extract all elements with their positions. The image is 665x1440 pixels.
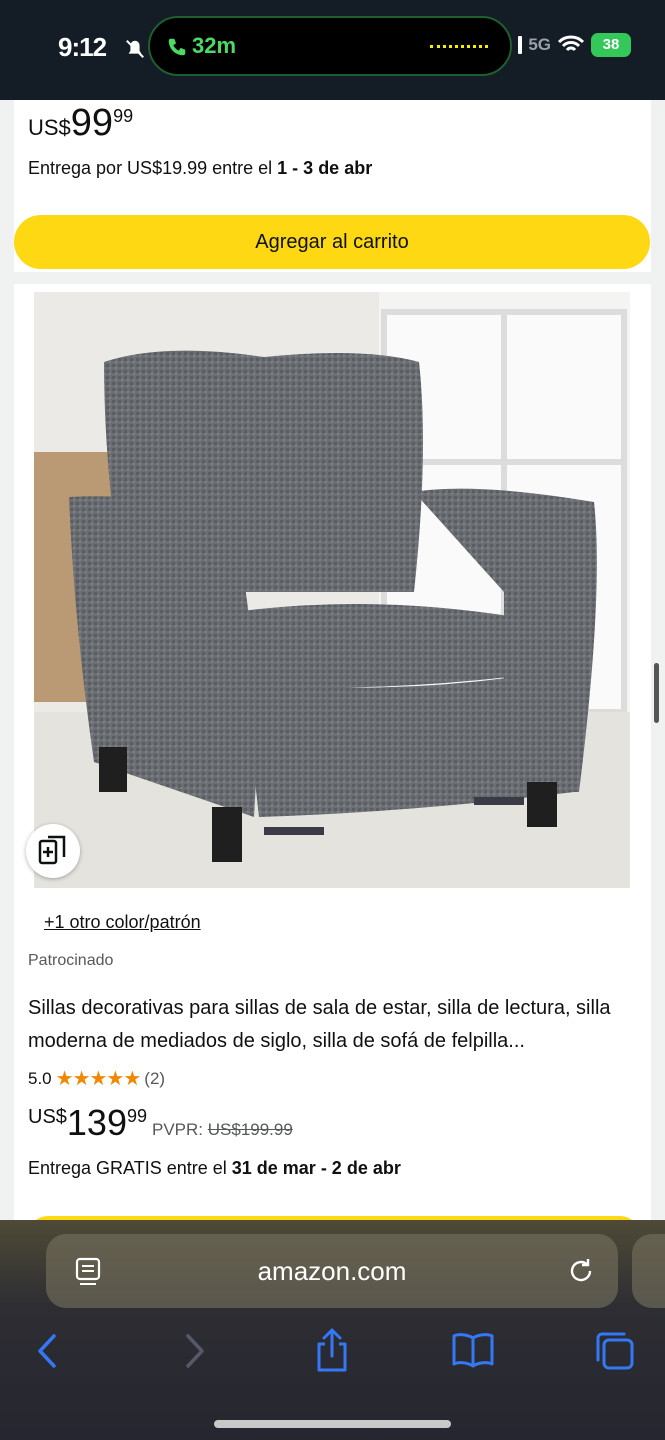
review-count: (2) (144, 1068, 166, 1088)
next-tab-preview[interactable] (632, 1234, 665, 1308)
dynamic-island-call[interactable]: 32m (148, 16, 512, 76)
chevron-left-icon[interactable] (24, 1326, 74, 1376)
sponsored-label: Patrocinado (28, 952, 114, 969)
add-to-cart-button[interactable]: Agregar al carrito (14, 215, 650, 269)
list-price-value: US$199.99 (207, 1120, 293, 1139)
product-card[interactable]: +1 otro color/patrón Patrocinado Sillas … (14, 284, 651, 1220)
book-icon[interactable] (448, 1326, 498, 1376)
list-price-label: PVPR: (152, 1120, 208, 1139)
status-bar: 9:12 32m 5G 38 (0, 0, 665, 100)
address-bar[interactable]: amazon.com (46, 1234, 618, 1308)
color-pattern-link[interactable]: +1 otro color/patrón (44, 912, 201, 933)
product-card-previous: US$9999 Entrega por US$19.99 entre el 1 … (14, 100, 651, 272)
url-text[interactable]: amazon.com (46, 1256, 618, 1287)
compare-button[interactable] (26, 824, 80, 878)
star-rating-icon: ★★★★★ (55, 1068, 142, 1090)
signal-icon (518, 36, 523, 54)
browser-toolbar: amazon.com (0, 1220, 665, 1440)
price-currency: US$ (28, 115, 71, 140)
battery-icon: 38 (591, 33, 631, 57)
call-duration: 32m (192, 33, 237, 58)
delivery-info: Entrega por US$19.99 entre el 1 - 3 de a… (28, 158, 372, 179)
phone-icon (168, 38, 186, 56)
delivery-info: Entrega GRATIS entre el 31 de mar - 2 de… (28, 1158, 401, 1179)
price-fraction: 99 (113, 106, 134, 126)
price-fraction: 99 (126, 1106, 148, 1126)
share-icon[interactable] (307, 1326, 357, 1376)
network-type: 5G (528, 35, 551, 54)
wifi-icon (557, 35, 585, 52)
scrollbar[interactable] (654, 663, 659, 723)
delivery-dates: 1 - 3 de abr (277, 158, 373, 178)
price: US$13999 (28, 1102, 147, 1144)
clock: 9:12 (58, 32, 107, 62)
price-whole: 99 (70, 102, 114, 144)
delivery-dates: 31 de mar - 2 de abr (231, 1158, 401, 1178)
delivery-prefix: Entrega GRATIS entre el (28, 1158, 232, 1178)
tabs-icon[interactable] (590, 1326, 640, 1376)
chevron-right-icon[interactable] (168, 1326, 218, 1376)
page-content[interactable]: US$9999 Entrega por US$19.99 entre el 1 … (0, 100, 665, 1220)
rating-value: 5.0 (28, 1068, 52, 1088)
price-whole: 139 (66, 1102, 127, 1143)
list-price: PVPR: US$199.99 (152, 1120, 293, 1140)
compare-icon (38, 835, 66, 865)
reload-icon[interactable] (566, 1256, 596, 1286)
battery-level: 38 (602, 36, 620, 53)
price: US$9999 (28, 102, 133, 145)
product-image[interactable] (34, 292, 630, 888)
status-indicators: 5G 38 (518, 33, 631, 57)
rating[interactable]: 5.0 ★★★★★ (2) (28, 1066, 165, 1091)
home-indicator[interactable] (214, 1420, 451, 1428)
nav-row (0, 1326, 665, 1376)
delivery-prefix: Entrega por US$19.99 entre el (28, 158, 278, 178)
product-title[interactable]: Sillas decorativas para sillas de sala d… (28, 992, 640, 1058)
silent-bell-icon (126, 40, 144, 58)
price-currency: US$ (28, 1106, 67, 1128)
audio-wave (430, 45, 488, 48)
